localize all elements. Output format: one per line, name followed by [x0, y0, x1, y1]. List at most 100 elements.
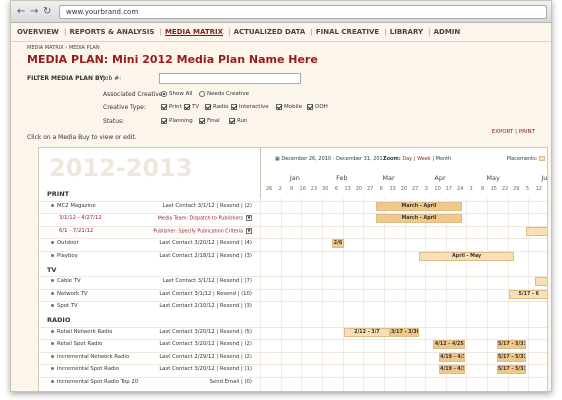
last-contact[interactable]: Last Contact 3/20/12 | Resend | (1) — [159, 366, 252, 372]
nav-item-media-matrix[interactable]: MEDIA MATRIX — [165, 28, 223, 36]
checkbox[interactable] — [276, 104, 282, 110]
print-link[interactable]: PRINT — [519, 129, 535, 135]
status-option-planning[interactable]: Planning — [161, 118, 193, 124]
placement-bar[interactable]: 3/17 - 3/30 — [390, 327, 419, 337]
creative-type-option-ooh[interactable]: OOH — [307, 104, 328, 110]
forward-icon[interactable]: → — [30, 5, 38, 18]
calendar-icon[interactable]: ▦ — [275, 156, 280, 162]
task-dropdown[interactable]: Media Team: Dispatch to Publishers ▼ — [158, 215, 252, 222]
placement-bar[interactable]: 5/17 - 6 — [508, 289, 547, 299]
placement-bar[interactable]: March - April — [375, 201, 463, 211]
browser-window: ← → ↻ www.yourbrand.com OVERVIEW | REPORTS… — [10, 0, 552, 392]
checkbox[interactable] — [184, 104, 190, 110]
associated-creative-option-show-all[interactable]: Show All — [161, 91, 192, 97]
task-label: Media Team: Dispatch to Publishers — [157, 216, 243, 222]
nav-item-reports-analysis[interactable]: REPORTS & ANALYSIS — [69, 28, 154, 36]
creative-type-option-interactive[interactable]: Interactive — [231, 104, 269, 110]
last-contact[interactable]: Last Contact 3/20/12 | Resend | (4) — [159, 240, 252, 246]
placement-bar[interactable]: March - April — [375, 214, 463, 224]
placement-bar[interactable]: April - May — [418, 252, 515, 261]
task-dropdown[interactable]: Publisher: Specify Publication Criteria ▼ — [153, 227, 252, 234]
row-divider — [39, 288, 547, 290]
checkbox[interactable] — [307, 104, 313, 110]
creative-type-option-radio[interactable]: Radio — [205, 104, 228, 110]
zoom-week-link[interactable]: Week — [417, 156, 431, 162]
media-buy-name[interactable]: Cable TV — [51, 278, 81, 284]
last-contact[interactable]: Last Contact 3/20/12 | Resend | (5) — [159, 329, 252, 335]
row-divider — [39, 339, 547, 341]
last-contact[interactable]: Last Contact 3/20/12 | Resend | (2) — [159, 341, 252, 347]
media-buy-name[interactable]: Playboy — [51, 253, 78, 259]
associated-creative-option-needs-creative[interactable]: Needs Creative — [199, 91, 249, 97]
grid-column-line — [404, 198, 406, 391]
last-contact[interactable]: Last Contact 2/10/12 | Resend | (3) — [159, 303, 252, 309]
last-contact[interactable]: Last Contact 3/1/12 | Resend | (7) — [163, 278, 252, 284]
nav-item-actualized-data[interactable]: ACTUALIZED DATA — [234, 28, 306, 36]
status-option-run[interactable]: Run — [229, 118, 248, 124]
last-contact[interactable]: Last Contact 2/18/12 | Resend | (3) — [159, 253, 252, 259]
media-buy-name[interactable]: Network TV — [51, 291, 88, 297]
nav-item-final-creative[interactable]: FINAL CREATIVE — [316, 28, 379, 36]
placement-bar[interactable] — [534, 277, 547, 287]
week-label: 6 — [379, 186, 383, 192]
chevron-down-icon[interactable]: ▼ — [246, 215, 252, 222]
associated-creative-option-label: Needs Creative — [207, 91, 250, 97]
last-contact[interactable]: Last Contact 2/29/12 | Resend | (2) — [159, 354, 252, 360]
placement-bar[interactable]: 4/12 - 4/25 — [433, 340, 466, 350]
week-label: 29 — [513, 186, 520, 192]
media-plan-grid: 2012-2013 ▦ December 26, 2010 - December… — [38, 147, 548, 391]
placement-bar[interactable] — [525, 226, 547, 236]
checkbox[interactable] — [161, 118, 167, 124]
export-link[interactable]: EXPORT — [492, 129, 514, 135]
placement-bar[interactable]: 2/6 — [332, 239, 344, 249]
placement-bar[interactable]: 2/12 - 3/7 — [343, 327, 391, 337]
placement-bar[interactable]: 5/17 - 5/31 — [496, 365, 526, 375]
media-buy-name[interactable]: Incremental Spot Radio Top 20 — [51, 379, 138, 385]
flight-dates-text: 3/1/12 - 4/27/12 — [59, 215, 102, 222]
creative-type-option-print[interactable]: Print — [161, 104, 182, 110]
week-label: 9 — [289, 186, 294, 192]
last-contact[interactable]: Last Contact 3/1/12 | Resend | (2) — [163, 203, 252, 209]
radio-button[interactable] — [161, 91, 167, 97]
last-contact[interactable]: Send Email | (0) — [210, 379, 252, 385]
week-label: 27 — [366, 186, 374, 192]
checkbox[interactable] — [231, 104, 237, 110]
radio-button[interactable] — [199, 91, 205, 97]
placement-bar[interactable]: 5/17 - 5/31 — [496, 340, 526, 350]
media-buy-name[interactable]: MC2 Magazine — [51, 203, 96, 209]
chevron-down-icon[interactable]: ▼ — [246, 227, 252, 234]
placement-bar[interactable]: 4/19 - 4/30 — [439, 352, 466, 362]
checkbox[interactable] — [161, 104, 167, 110]
media-buy-label: MC2 Magazine — [57, 202, 96, 209]
last-contact[interactable]: Last Contact 3/1/12 | Resend | (10) — [159, 291, 252, 297]
placement-bar[interactable]: 4/19 - 4/30 — [439, 365, 466, 375]
media-buy-name[interactable]: Spot TV — [51, 303, 78, 309]
nav-item-library[interactable]: LIBRARY — [390, 28, 423, 36]
reload-icon[interactable]: ↻ — [43, 5, 51, 18]
grid-column-line — [445, 198, 447, 391]
back-icon[interactable]: ← — [17, 5, 25, 18]
media-buy-label: Retail Spot Radio — [57, 341, 103, 348]
week-label: 13 — [389, 186, 396, 192]
zoom-control: Zoom: Day | Week | Month — [383, 156, 452, 162]
section-header-radio: RADIO — [47, 316, 71, 324]
nav-item-overview[interactable]: OVERVIEW — [17, 28, 59, 36]
zoom-day-link[interactable]: Day — [402, 156, 412, 162]
media-buy-name[interactable]: Incremental Network Radio — [51, 354, 129, 360]
address-bar[interactable]: www.yourbrand.com — [59, 5, 547, 19]
job-number-input[interactable] — [159, 73, 301, 84]
media-buy-name[interactable]: Retail Network Radio — [51, 329, 112, 335]
creative-type-option-mobile[interactable]: Mobile — [276, 104, 302, 110]
nav-item-admin[interactable]: ADMIN — [434, 28, 461, 36]
media-buy-name[interactable]: Retail Spot Radio — [51, 341, 102, 347]
media-buy-name[interactable]: Outdoor — [51, 240, 79, 246]
status-option-final[interactable]: Final — [199, 118, 220, 124]
checkbox[interactable] — [199, 118, 205, 124]
placement-bar[interactable]: 5/17 - 5/31 — [496, 352, 526, 362]
checkbox[interactable] — [229, 118, 235, 124]
zoom-month-link[interactable]: Month — [436, 156, 452, 162]
creative-type-option-tv[interactable]: TV — [184, 104, 199, 110]
checkbox[interactable] — [205, 104, 211, 110]
media-buy-name[interactable]: Incremental Spot Radio — [51, 366, 119, 372]
media-buy-label: Playboy — [57, 253, 78, 259]
